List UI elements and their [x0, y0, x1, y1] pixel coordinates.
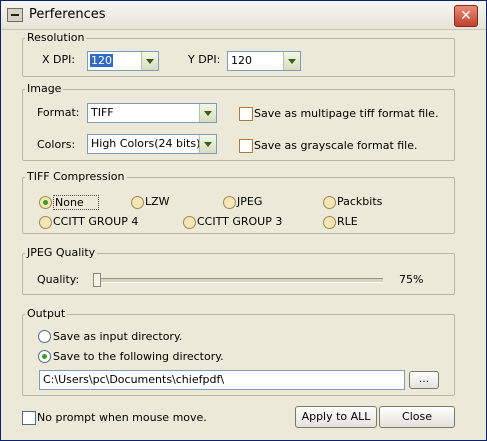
window-menu-icon[interactable] — [7, 8, 23, 22]
radio-none[interactable] — [39, 196, 52, 209]
radio-none-label[interactable]: None — [53, 195, 99, 210]
radio-packbits-label[interactable]: Packbits — [337, 195, 382, 208]
chevron-down-icon[interactable] — [141, 52, 158, 70]
browse-button[interactable]: ... — [409, 371, 439, 389]
image-legend: Image — [25, 82, 64, 95]
output-legend: Output — [25, 307, 68, 320]
radio-ccitt3-label[interactable]: CCITT GROUP 3 — [197, 215, 282, 228]
quality-slider-track[interactable] — [93, 278, 383, 283]
jpeg-quality-group: JPEG Quality Quality: 75% — [22, 246, 455, 295]
colors-value: High Colors(24 bits) — [91, 137, 201, 150]
quality-label: Quality: — [37, 273, 80, 286]
radio-jpeg-label[interactable]: JPEG — [237, 195, 262, 208]
no-prompt-label[interactable]: No prompt when mouse move. — [37, 411, 207, 424]
grayscale-checkbox[interactable] — [239, 139, 253, 153]
x-dpi-label: X DPI: — [42, 53, 76, 66]
no-prompt-checkbox[interactable] — [22, 411, 36, 425]
radio-lzw-label[interactable]: LZW — [145, 195, 170, 208]
format-label: Format: — [37, 106, 80, 119]
colors-select[interactable]: High Colors(24 bits) — [87, 134, 217, 154]
directory-input[interactable]: C:\Users\pc\Documents\chiefpdf\ — [39, 370, 405, 390]
output-group: Output Save as input directory. Save to … — [22, 307, 455, 396]
chevron-down-icon[interactable] — [199, 135, 216, 153]
colors-label: Colors: — [37, 138, 76, 151]
quality-slider-thumb[interactable] — [93, 273, 101, 287]
directory-value: C:\Users\pc\Documents\chiefpdf\ — [43, 373, 225, 386]
multipage-checkbox[interactable] — [239, 107, 253, 121]
radio-rle[interactable] — [323, 216, 336, 229]
x-dpi-select[interactable]: 120 — [87, 51, 159, 71]
radio-ccitt4[interactable] — [39, 216, 52, 229]
close-button[interactable]: Close — [379, 406, 455, 428]
format-value: TIFF — [91, 106, 114, 119]
grayscale-label[interactable]: Save as grayscale format file. — [254, 139, 418, 152]
jpeg-quality-legend: JPEG Quality — [25, 246, 98, 259]
radio-input-directory[interactable] — [38, 330, 51, 343]
radio-following-directory-label[interactable]: Save to the following directory. — [53, 350, 224, 363]
quality-value: 75% — [399, 273, 424, 286]
multipage-label[interactable]: Save as multipage tiff format file. — [254, 107, 438, 120]
y-dpi-value: 120 — [231, 54, 252, 67]
radio-jpeg[interactable] — [223, 196, 236, 209]
radio-packbits[interactable] — [323, 196, 336, 209]
radio-input-directory-label[interactable]: Save as input directory. — [53, 330, 182, 343]
radio-lzw[interactable] — [131, 196, 144, 209]
format-select[interactable]: TIFF — [87, 103, 217, 123]
y-dpi-label: Y DPI: — [188, 53, 221, 66]
close-window-button[interactable]: ✕ — [454, 5, 478, 27]
x-dpi-value: 120 — [90, 54, 113, 67]
apply-to-all-button[interactable]: Apply to ALL — [295, 406, 377, 428]
chevron-down-icon[interactable] — [199, 104, 216, 122]
resolution-group: Resolution X DPI: 120 Y DPI: 120 — [22, 31, 455, 77]
radio-rle-label[interactable]: RLE — [337, 215, 358, 228]
y-dpi-select[interactable]: 120 — [227, 51, 301, 71]
tiff-compression-group: TIFF Compression None LZW JPEG Packbits … — [22, 170, 455, 234]
radio-ccitt3[interactable] — [183, 216, 196, 229]
radio-ccitt4-label[interactable]: CCITT GROUP 4 — [53, 215, 138, 228]
tiff-compression-legend: TIFF Compression — [25, 170, 127, 183]
image-group: Image Format: TIFF Save as multipage tif… — [22, 82, 455, 161]
title-bar[interactable]: Perferences ✕ — [1, 1, 486, 30]
chevron-down-icon[interactable] — [283, 52, 300, 70]
radio-following-directory[interactable] — [38, 350, 51, 363]
preferences-window: Perferences ✕ Resolution X DPI: 120 Y DP… — [0, 0, 487, 441]
resolution-legend: Resolution — [25, 31, 87, 44]
window-title: Perferences — [29, 7, 106, 22]
